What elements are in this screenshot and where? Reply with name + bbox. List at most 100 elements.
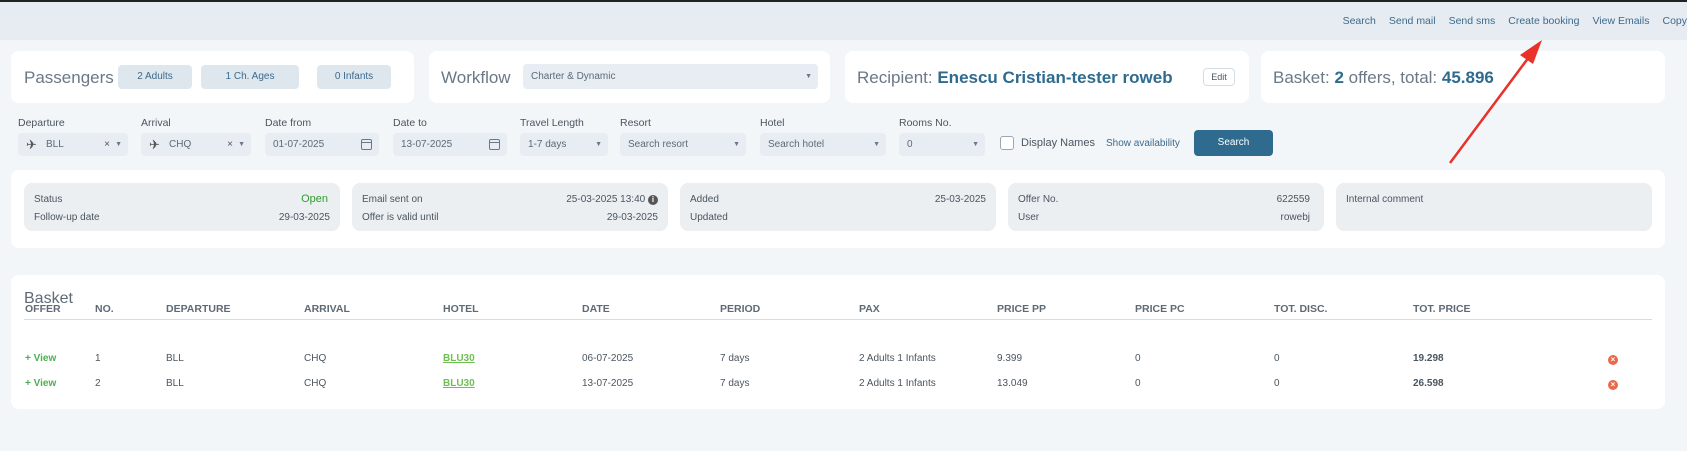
basket-summary: Basket: 2 offers, total: 45.896 [1273, 68, 1494, 88]
user-label: User [1018, 212, 1040, 223]
travel-length-label: Travel Length [520, 117, 584, 129]
recipient-card: Recipient: Enescu Cristian-tester roweb … [845, 51, 1249, 103]
infants-button[interactable]: 0 Infants [317, 65, 391, 89]
nav-create-booking[interactable]: Create booking [1508, 15, 1579, 27]
show-availability-link[interactable]: Show availability [1106, 138, 1180, 149]
cell-arrival: CHQ [304, 353, 327, 364]
view-offer-link[interactable]: + View [25, 378, 56, 389]
display-names-label[interactable]: Display Names [1021, 137, 1095, 149]
nav-search[interactable]: Search [1343, 15, 1376, 27]
adults-button[interactable]: 2 Adults [118, 65, 192, 89]
added-value: 25-03-2025 [934, 194, 986, 205]
total-price: 26.598 [1413, 378, 1444, 389]
added-label: Added [690, 194, 719, 205]
offer-no-label: Offer No. [1018, 194, 1059, 205]
travel-length-select[interactable]: 1-7 days ▼ [520, 133, 608, 156]
search-button[interactable]: Search [1194, 130, 1273, 156]
followup-value: 29-03-2025 [278, 212, 330, 223]
hotel-placeholder: Search hotel [768, 139, 825, 150]
cell-period: 7 days [720, 378, 750, 389]
cell-pax: 2 Adults 1 Infants [859, 378, 936, 389]
column-header: HOTEL [443, 303, 479, 315]
hotel-link[interactable]: BLU30 [443, 378, 475, 389]
recipient-line: Recipient: Enescu Cristian-tester roweb [857, 68, 1173, 88]
view-offer-link[interactable]: + View [25, 353, 56, 364]
basket-total: 45.896 [1441, 68, 1494, 87]
recipient-name[interactable]: Enescu Cristian-tester roweb [937, 68, 1172, 87]
clear-arrival-icon[interactable]: × [227, 133, 233, 156]
column-header: PERIOD [720, 303, 761, 315]
date-from-input[interactable]: 01-07-2025 [265, 133, 379, 156]
column-header: OFFER [25, 303, 61, 315]
passengers-card: Passengers 2 Adults 1 Ch. Ages 0 Infants [11, 51, 414, 103]
offer-number-box: Offer No. 622559 User rowebj [1008, 183, 1324, 231]
email-sent-datetime: 25-03-2025 13:40 [566, 194, 646, 205]
total-price: 19.298 [1413, 353, 1444, 364]
workflow-select[interactable]: Charter & Dynamic ▼ [523, 64, 818, 89]
chevron-down-icon: ▼ [115, 141, 122, 148]
delete-offer-icon[interactable]: × [1608, 380, 1618, 390]
hotel-select[interactable]: Search hotel ▼ [760, 133, 886, 156]
resort-label: Resort [620, 117, 651, 129]
status-label: Status [34, 194, 63, 205]
edit-recipient-button[interactable]: Edit [1203, 68, 1235, 86]
info-icon[interactable]: i [648, 195, 658, 205]
calendar-icon[interactable] [489, 139, 500, 150]
cell-arrival: CHQ [304, 378, 327, 389]
cell-disc: 0 [1274, 353, 1280, 364]
email-box: Email sent on 25-03-2025 13:40 i Offer i… [352, 183, 668, 231]
resort-select[interactable]: Search resort ▼ [620, 133, 746, 156]
cell-price-pc: 0 [1135, 353, 1141, 364]
clear-departure-icon[interactable]: × [104, 133, 110, 156]
cell-price-pp: 13.049 [997, 378, 1028, 389]
travel-length-value: 1-7 days [528, 139, 567, 150]
status-value: Open [301, 193, 328, 205]
chevron-down-icon: ▼ [972, 141, 979, 148]
top-nav: Search Send mail Send sms Create booking… [1343, 15, 1687, 27]
basket-summary-mid: offers, total: [1348, 68, 1438, 87]
date-to-value: 13-07-2025 [401, 139, 453, 150]
date-to-input[interactable]: 13-07-2025 [393, 133, 507, 156]
email-sent-label: Email sent on [362, 194, 423, 205]
display-names-checkbox[interactable] [1000, 136, 1014, 150]
passengers-title: Passengers [24, 68, 114, 87]
nav-copy[interactable]: Copy [1662, 15, 1687, 27]
departure-label: Departure [18, 117, 65, 129]
chevron-down-icon: ▼ [733, 141, 740, 148]
hotel-link[interactable]: BLU30 [443, 353, 475, 364]
departure-select[interactable]: ✈ BLL × ▼ [18, 133, 128, 156]
internal-comment-label: Internal comment [1346, 194, 1424, 205]
basket-header-divider [24, 319, 1652, 320]
chevron-down-icon: ▼ [873, 141, 880, 148]
cell-no: 1 [95, 353, 101, 364]
offer-valid-label: Offer is valid until [362, 212, 439, 223]
updated-label: Updated [690, 212, 728, 223]
nav-send-sms[interactable]: Send sms [1449, 15, 1496, 27]
column-header: PRICE PC [1135, 303, 1185, 315]
plane-landing-icon: ✈ [149, 137, 160, 152]
column-header: TOT. DISC. [1274, 303, 1328, 315]
arrival-select[interactable]: ✈ CHQ × ▼ [141, 133, 251, 156]
calendar-icon[interactable] [361, 139, 372, 150]
nav-send-mail[interactable]: Send mail [1389, 15, 1436, 27]
rooms-select[interactable]: 0 ▼ [899, 133, 985, 156]
cell-period: 7 days [720, 353, 750, 364]
user-value: rowebj [1280, 212, 1310, 223]
cell-departure: BLL [166, 378, 184, 389]
workflow-title: Workflow [441, 68, 511, 87]
column-header: PRICE PP [997, 303, 1047, 315]
email-sent-value: 25-03-2025 13:40 i [566, 194, 658, 205]
column-header: DEPARTURE [166, 303, 231, 315]
cell-pax: 2 Adults 1 Infants [859, 353, 936, 364]
column-header: DATE [582, 303, 610, 315]
arrival-value: CHQ [169, 139, 192, 150]
delete-offer-icon[interactable]: × [1608, 355, 1618, 365]
children-ages-button[interactable]: 1 Ch. Ages [201, 65, 299, 89]
rooms-value: 0 [907, 139, 913, 150]
internal-comment-box[interactable]: Internal comment [1336, 183, 1652, 231]
offer-valid-value: 29-03-2025 [606, 212, 658, 223]
plane-takeoff-icon: ✈ [26, 137, 37, 152]
date-from-label: Date from [265, 117, 312, 129]
basket-summary-label: Basket: [1273, 68, 1330, 87]
nav-view-emails[interactable]: View Emails [1592, 15, 1649, 27]
